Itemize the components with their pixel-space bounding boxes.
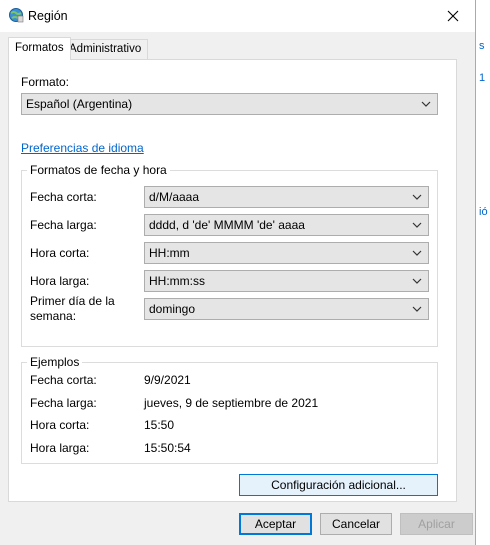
long-time-value: HH:mm:ss bbox=[149, 274, 205, 288]
title-bar: Región bbox=[0, 0, 475, 32]
formatos-panel: Formato: Español (Argentina) Preferencia… bbox=[8, 59, 457, 502]
formato-label: Formato: bbox=[21, 75, 70, 89]
first-day-label: Primer día de la semana: bbox=[30, 294, 115, 324]
long-date-value: dddd, d 'de' MMMM 'de' aaaa bbox=[149, 218, 305, 232]
short-date-dropdown[interactable]: d/M/aaaa bbox=[144, 186, 429, 208]
ok-button[interactable]: Aceptar bbox=[239, 513, 312, 535]
first-day-value: domingo bbox=[149, 302, 196, 316]
example-label: Fecha larga: bbox=[30, 396, 97, 410]
formato-value: Español (Argentina) bbox=[26, 97, 133, 111]
example-value: jueves, 9 de septiembre de 2021 bbox=[144, 396, 319, 410]
example-label: Fecha corta: bbox=[30, 373, 97, 387]
tab-formatos[interactable]: Formatos bbox=[8, 37, 71, 60]
close-icon bbox=[447, 10, 459, 22]
background-window-text: 1 bbox=[479, 72, 486, 84]
short-time-value: HH:mm bbox=[149, 246, 190, 260]
first-day-dropdown[interactable]: domingo bbox=[144, 298, 429, 320]
globe-icon bbox=[8, 7, 24, 23]
chevron-down-icon bbox=[421, 101, 431, 107]
chevron-down-icon bbox=[412, 278, 422, 284]
cancel-button[interactable]: Cancelar bbox=[320, 513, 392, 535]
example-label: Hora larga: bbox=[30, 441, 90, 455]
window-title: Región bbox=[28, 9, 68, 23]
long-time-label: Hora larga: bbox=[30, 274, 90, 288]
language-preferences-link[interactable]: Preferencias de idioma bbox=[21, 141, 144, 155]
short-time-dropdown[interactable]: HH:mm bbox=[144, 242, 429, 264]
short-time-label: Hora corta: bbox=[30, 246, 90, 260]
examples-title: Ejemplos bbox=[27, 355, 83, 369]
short-date-value: d/M/aaaa bbox=[149, 190, 200, 204]
date-time-formats-title: Formatos de fecha y hora bbox=[27, 163, 170, 177]
example-value: 15:50 bbox=[144, 418, 175, 432]
chevron-down-icon bbox=[412, 250, 422, 256]
additional-settings-button[interactable]: Configuración adicional... bbox=[239, 474, 438, 496]
apply-button[interactable]: Aplicar bbox=[400, 513, 473, 535]
chevron-down-icon bbox=[412, 306, 422, 312]
example-value: 15:50:54 bbox=[144, 441, 191, 455]
chevron-down-icon bbox=[412, 194, 422, 200]
first-day-label-line2: semana: bbox=[30, 309, 77, 323]
example-value: 9/9/2021 bbox=[144, 373, 191, 387]
close-button[interactable] bbox=[431, 0, 475, 32]
first-day-label-line1: Primer día de la bbox=[30, 294, 115, 308]
long-time-dropdown[interactable]: HH:mm:ss bbox=[144, 270, 429, 292]
region-dialog: Región Formatos Administrativo Formato: … bbox=[0, 0, 476, 545]
background-window-text: ió bbox=[479, 206, 488, 218]
long-date-dropdown[interactable]: dddd, d 'de' MMMM 'de' aaaa bbox=[144, 214, 429, 236]
formato-dropdown[interactable]: Español (Argentina) bbox=[21, 93, 438, 115]
short-date-label: Fecha corta: bbox=[30, 190, 97, 204]
chevron-down-icon bbox=[412, 222, 422, 228]
tab-administrativo[interactable]: Administrativo bbox=[62, 39, 149, 59]
example-label: Hora corta: bbox=[30, 418, 90, 432]
long-date-label: Fecha larga: bbox=[30, 218, 97, 232]
background-window-text: s bbox=[479, 40, 485, 52]
